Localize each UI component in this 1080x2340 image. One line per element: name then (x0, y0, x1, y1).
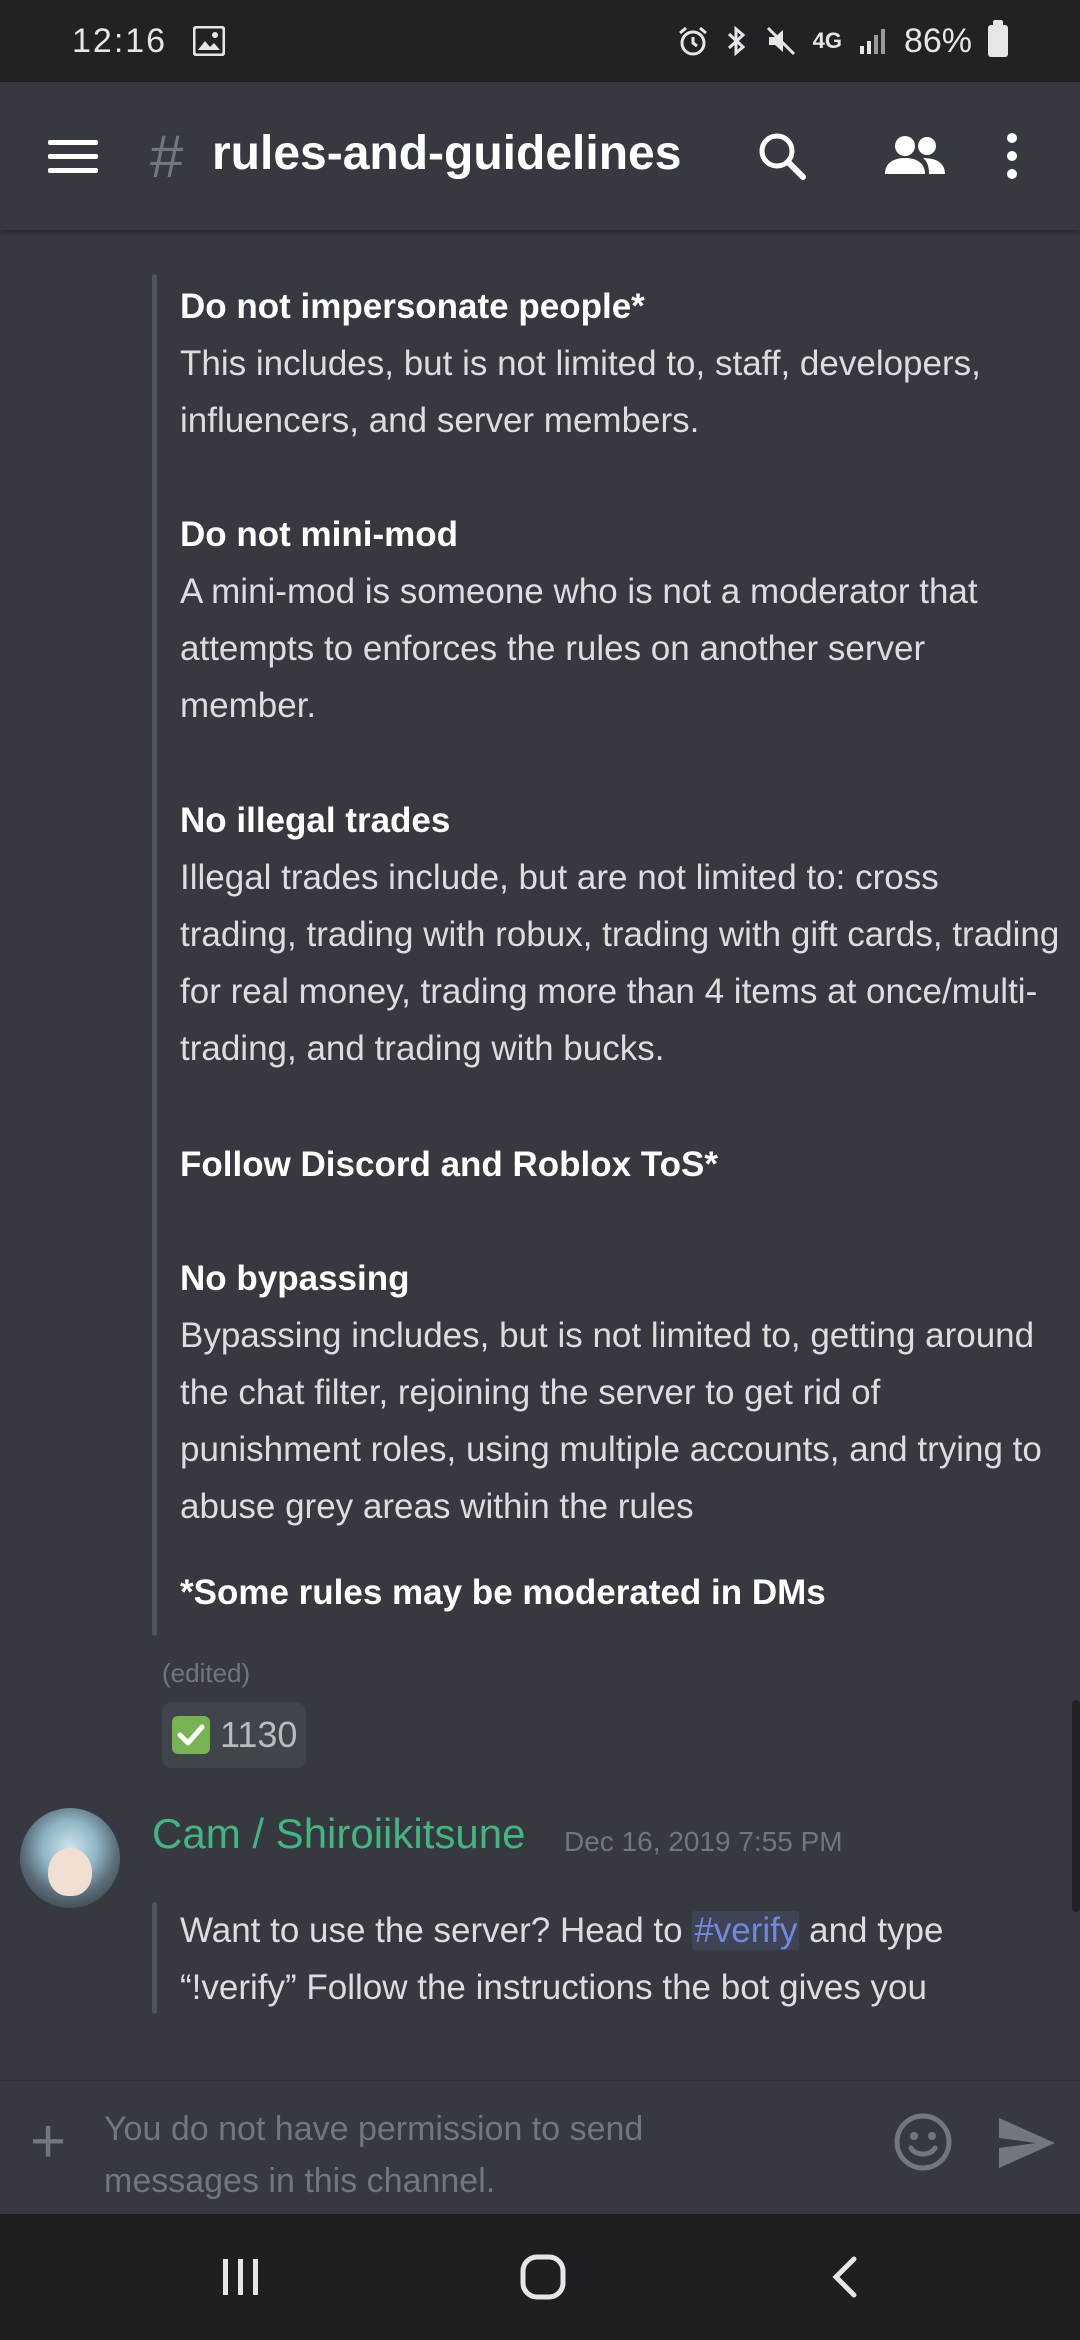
mute-icon (765, 24, 797, 58)
blockquote-bar (152, 1902, 157, 2014)
message-text-before: Want to use the server? Head to (180, 1911, 693, 1950)
rule-body: Illegal trades include, but are not limi… (180, 858, 1060, 1068)
message-author[interactable]: Cam / Shiroiikitsune (152, 1810, 525, 1858)
signal-icon (858, 24, 888, 58)
avatar[interactable] (20, 1808, 120, 1908)
back-icon[interactable] (810, 2244, 880, 2310)
rule-dms-note: *Some rules may be moderated in DMs (180, 1564, 1060, 1621)
menu-icon[interactable] (48, 140, 98, 174)
add-attachment-icon[interactable]: + (30, 2111, 66, 2173)
message-text: Want to use the server? Head to #verify … (180, 1902, 1060, 2016)
battery-percent: 86% (903, 21, 972, 60)
battery-icon (988, 20, 1008, 57)
send-icon[interactable] (996, 2115, 1058, 2171)
channel-hash-icon: # (150, 123, 184, 190)
search-icon[interactable] (752, 126, 812, 186)
reaction-check[interactable]: 1130 (162, 1702, 306, 1768)
rule-bypassing: No bypassing Bypassing includes, but is … (180, 1250, 1060, 1535)
channel-mention-verify[interactable]: #verify (692, 1911, 800, 1950)
bluetooth-icon (725, 24, 749, 58)
more-options-icon[interactable] (992, 126, 1032, 186)
message-timestamp: Dec 16, 2019 7:55 PM (564, 1826, 843, 1857)
recent-apps-icon[interactable] (206, 2244, 276, 2310)
edited-label: (edited) (162, 1658, 251, 1688)
rule-title: No bypassing (180, 1259, 410, 1298)
message-input-bar: + You do not have permission to send mes… (0, 2080, 1080, 2214)
system-nav-bar (0, 2214, 1080, 2340)
scrollbar[interactable] (1072, 1700, 1080, 1912)
rule-body: This includes, but is not limited to, st… (180, 344, 981, 440)
rule-title: No illegal trades (180, 801, 451, 840)
message-input[interactable]: You do not have permission to send messa… (104, 2103, 664, 2207)
rule-mini-mod: Do not mini-mod A mini-mod is someone wh… (180, 506, 1060, 734)
gallery-icon (193, 24, 226, 58)
rule-body: Bypassing includes, but is not limited t… (180, 1316, 1042, 1526)
blockquote-bar (152, 274, 157, 1636)
channel-name: rules-and-guidelines (212, 127, 682, 180)
rule-title: Follow Discord and Roblox ToS* (180, 1145, 718, 1184)
emoji-icon[interactable] (892, 2111, 954, 2173)
check-mark-icon (172, 1716, 210, 1754)
alarm-icon (677, 24, 709, 58)
status-bar: 12:16 4G 86% (0, 0, 1080, 82)
network-type: 4G (812, 28, 842, 53)
rule-illegal-trades: No illegal trades Illegal trades include… (180, 792, 1060, 1077)
rule-title: Do not impersonate people* (180, 287, 645, 326)
reaction-count: 1130 (220, 1714, 298, 1755)
members-icon[interactable] (880, 126, 950, 186)
rule-body: A mini-mod is someone who is not a moder… (180, 572, 978, 725)
rule-impersonate: Do not impersonate people* This includes… (180, 278, 1060, 449)
home-icon[interactable] (508, 2244, 578, 2310)
rule-tos: Follow Discord and Roblox ToS* (180, 1136, 1060, 1193)
message-list[interactable]: Do not impersonate people* This includes… (0, 230, 1080, 2080)
channel-header: # rules-and-guidelines (0, 82, 1080, 230)
rule-title: *Some rules may be moderated in DMs (180, 1573, 826, 1612)
rule-title: Do not mini-mod (180, 515, 459, 554)
status-time: 12:16 (72, 21, 168, 60)
